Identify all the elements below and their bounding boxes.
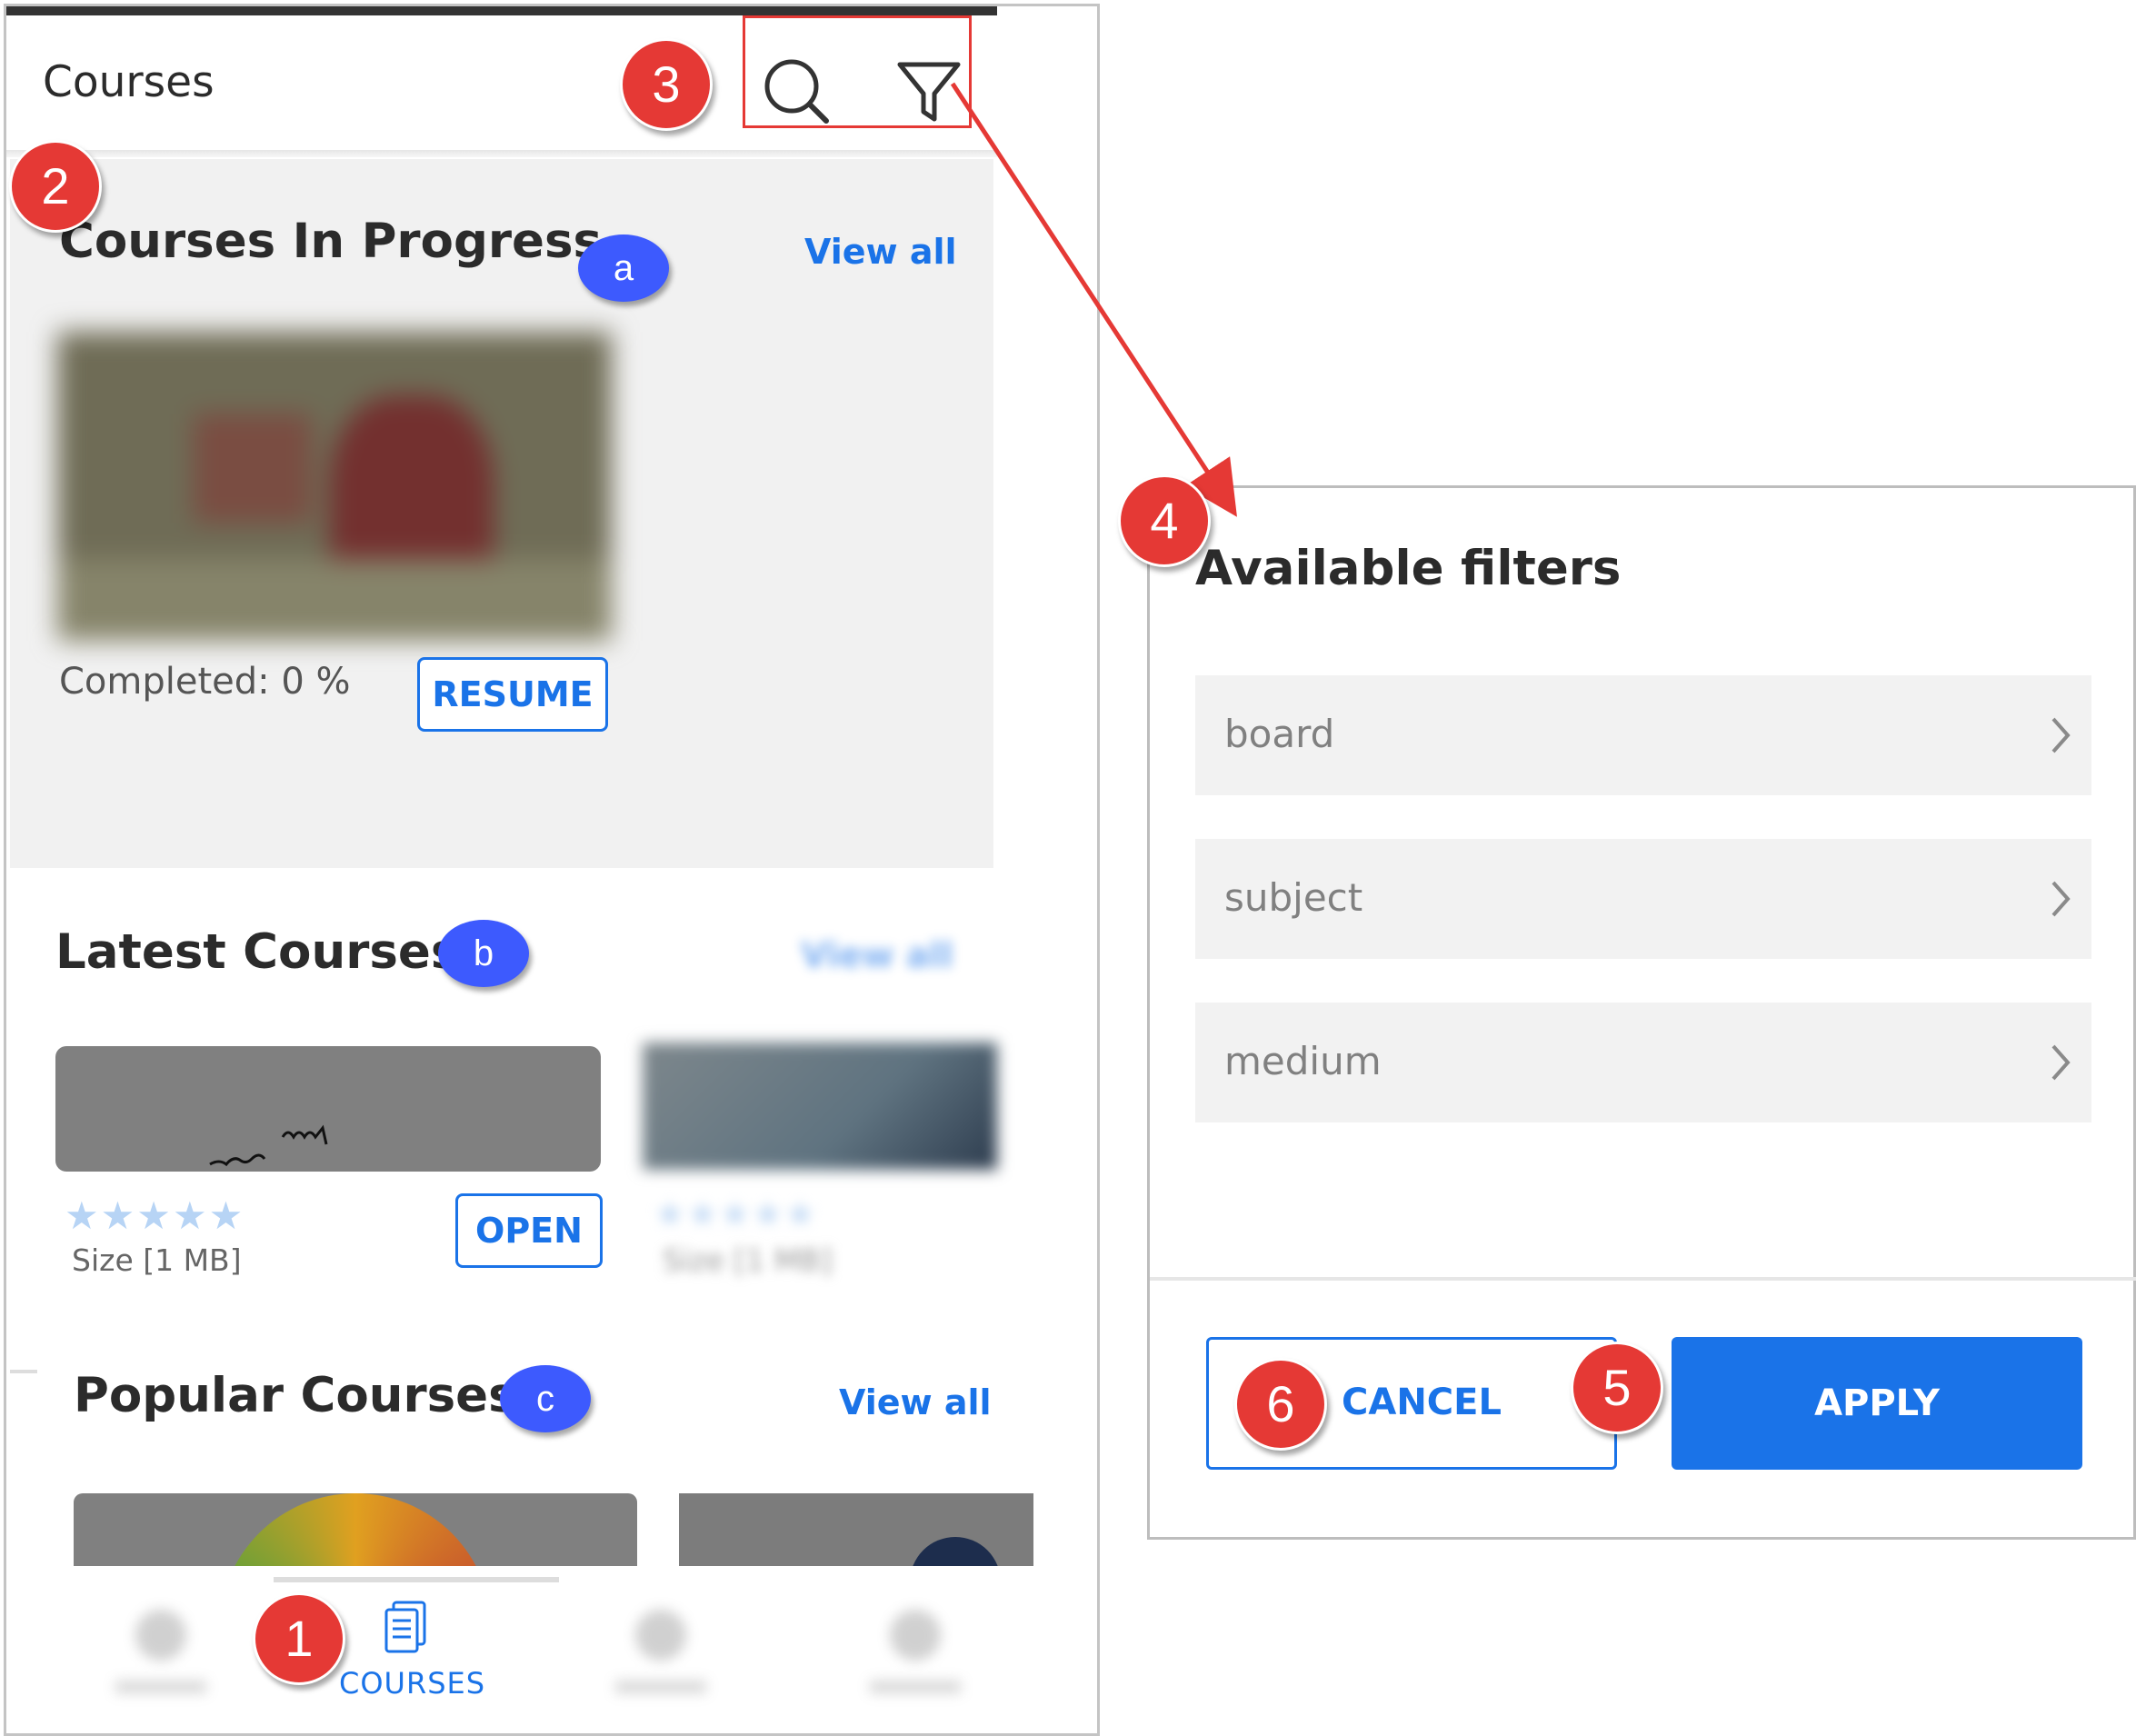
nav-item-home[interactable] — [106, 1610, 215, 1693]
handwriting-scribble — [209, 1124, 328, 1167]
course-thumbnail[interactable] — [57, 332, 612, 641]
filter-label: medium — [1224, 1039, 1382, 1083]
annotation-highlight-box — [743, 15, 972, 128]
course-artwork — [910, 1537, 1001, 1566]
page-title: Courses — [43, 57, 215, 107]
panel-divider — [1150, 1277, 2136, 1281]
thumbnail-shape — [194, 414, 312, 523]
home-icon — [135, 1610, 186, 1661]
section-title-latest: Latest Courses — [55, 924, 460, 980]
course-artwork — [219, 1493, 492, 1566]
rating-stars-blurred: ★★★★★ — [654, 1193, 817, 1235]
section-title-popular: Popular Courses — [74, 1368, 517, 1423]
nav-item-library[interactable] — [597, 1610, 724, 1693]
nav-item-courses-label[interactable]: COURSES — [339, 1666, 485, 1701]
chevron-right-icon — [2051, 881, 2071, 917]
open-button[interactable]: OPEN — [455, 1193, 603, 1268]
cancel-button-label: CANCEL — [1342, 1382, 1502, 1423]
latest-course-card-blurred[interactable] — [643, 1043, 997, 1170]
chevron-right-icon — [2051, 1044, 2071, 1081]
rating-stars: ★★★★★ — [65, 1193, 245, 1238]
filter-label: subject — [1224, 875, 1363, 920]
profile-icon — [890, 1610, 941, 1661]
filters-title: Available filters — [1195, 541, 1622, 596]
courses-icon[interactable] — [383, 1599, 428, 1655]
annotation-badge-6: 6 — [1234, 1358, 1327, 1451]
latest-course-card[interactable] — [55, 1046, 601, 1172]
phone-screen: Courses Courses In Progress View all Com… — [4, 4, 1100, 1736]
nav-label-placeholder — [115, 1681, 206, 1693]
annotation-badge-3: 3 — [620, 38, 713, 131]
annotation-badge-1: 1 — [253, 1592, 345, 1685]
courses-in-progress-section: Courses In Progress View all Completed: … — [10, 159, 993, 868]
section-divider — [10, 1370, 37, 1373]
annotation-badge-5: 5 — [1571, 1342, 1663, 1434]
filter-row-board[interactable]: board — [1195, 675, 2091, 795]
popular-course-card[interactable] — [74, 1493, 637, 1566]
chevron-right-icon — [2051, 717, 2071, 753]
course-size-blurred: Size [1 MB] — [663, 1242, 833, 1278]
course-size: Size [1 MB] — [72, 1242, 242, 1278]
resume-button[interactable]: RESUME — [417, 657, 608, 732]
annotation-badge-a: a — [578, 234, 669, 302]
annotation-badge-c: c — [500, 1365, 591, 1432]
nav-item-profile[interactable] — [852, 1610, 979, 1693]
status-bar — [6, 6, 997, 15]
nav-label-placeholder — [870, 1681, 961, 1693]
thumbnail-caption-band — [57, 559, 612, 641]
filter-row-subject[interactable]: subject — [1195, 839, 2091, 959]
section-title-in-progress: Courses In Progress — [59, 214, 603, 269]
annotation-badge-4: 4 — [1118, 474, 1211, 567]
annotation-badge-b: b — [438, 920, 529, 987]
popular-course-card[interactable] — [679, 1493, 1033, 1566]
nav-active-indicator — [274, 1577, 559, 1582]
annotation-badge-2: 2 — [9, 140, 102, 233]
view-all-popular-link[interactable]: View all — [839, 1382, 992, 1422]
view-all-in-progress-link[interactable]: View all — [804, 232, 957, 272]
library-icon — [635, 1610, 686, 1661]
apply-button[interactable]: APPLY — [1672, 1337, 2082, 1470]
view-all-latest-link[interactable]: View all — [801, 935, 953, 975]
app-bar-divider — [6, 150, 997, 157]
completion-status: Completed: 0 % — [59, 661, 351, 703]
filter-label: board — [1224, 712, 1335, 756]
nav-label-placeholder — [615, 1681, 706, 1693]
filter-row-medium[interactable]: medium — [1195, 1003, 2091, 1122]
bottom-navigation: COURSES — [6, 1566, 997, 1730]
